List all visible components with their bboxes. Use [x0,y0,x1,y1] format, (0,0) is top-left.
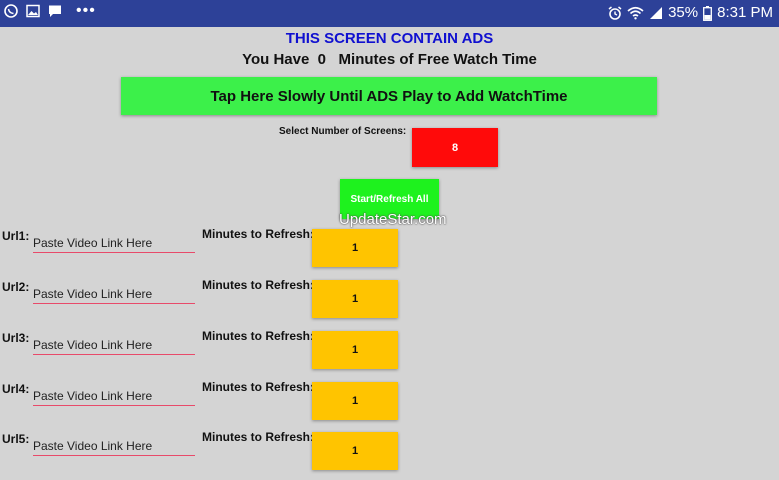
watch-time-text: You Have 0 Minutes of Free Watch Time [0,51,779,68]
wifi-icon [627,6,644,20]
minutes-label: Minutes to Refresh: [202,380,315,394]
url-input[interactable]: Paste Video Link Here [33,439,195,456]
screens-count-button[interactable]: 8 [412,128,498,167]
url-row: Url2: Paste Video Link Here Minutes to R… [0,278,779,328]
ads-notice: THIS SCREEN CONTAIN ADS [285,30,494,47]
url-row: Url5: Paste Video Link Here Minutes to R… [0,430,779,480]
url-row: Url1: Paste Video Link Here Minutes to R… [0,227,779,277]
url-input[interactable]: Paste Video Link Here [33,338,195,355]
clock: 8:31 PM [717,4,773,21]
signal-icon [650,7,663,19]
watch-suffix: Minutes of Free Watch Time [338,51,537,68]
notification-icons: ••• [4,2,96,19]
minutes-label: Minutes to Refresh: [202,329,315,343]
alarm-icon [608,6,622,20]
watch-prefix: You Have [242,51,310,68]
url-row: Url4: Paste Video Link Here Minutes to R… [0,380,779,430]
url-label: Url2: [2,280,30,294]
watermark: UpdateStar.com [339,211,447,228]
screens-label: Select Number of Screens: [279,126,407,137]
url-input[interactable]: Paste Video Link Here [33,236,195,253]
url-label: Url3: [2,331,30,345]
message-icon [49,5,61,17]
url-input[interactable]: Paste Video Link Here [33,389,195,406]
gallery-icon [26,4,40,18]
url-label: Url4: [2,382,30,396]
add-watchtime-button[interactable]: Tap Here Slowly Until ADS Play to Add Wa… [121,77,657,115]
watch-minutes: 0 [317,51,327,68]
system-icons: 35% 8:31 PM [608,3,773,23]
url-row: Url3: Paste Video Link Here Minutes to R… [0,329,779,379]
minutes-button[interactable]: 1 [312,229,398,267]
viber-icon [4,4,18,18]
url-label: Url5: [2,432,30,446]
minutes-button[interactable]: 1 [312,331,398,369]
more-icon: ••• [76,2,96,19]
minutes-label: Minutes to Refresh: [202,227,315,241]
minutes-button[interactable]: 1 [312,382,398,420]
url-input[interactable]: Paste Video Link Here [33,287,195,304]
status-bar: ••• 35% 8:31 PM [0,0,779,27]
battery-icon [703,5,713,21]
minutes-button[interactable]: 1 [312,280,398,318]
battery-percent: 35% [668,4,699,21]
url-label: Url1: [2,229,30,243]
minutes-label: Minutes to Refresh: [202,278,315,292]
minutes-label: Minutes to Refresh: [202,430,315,444]
